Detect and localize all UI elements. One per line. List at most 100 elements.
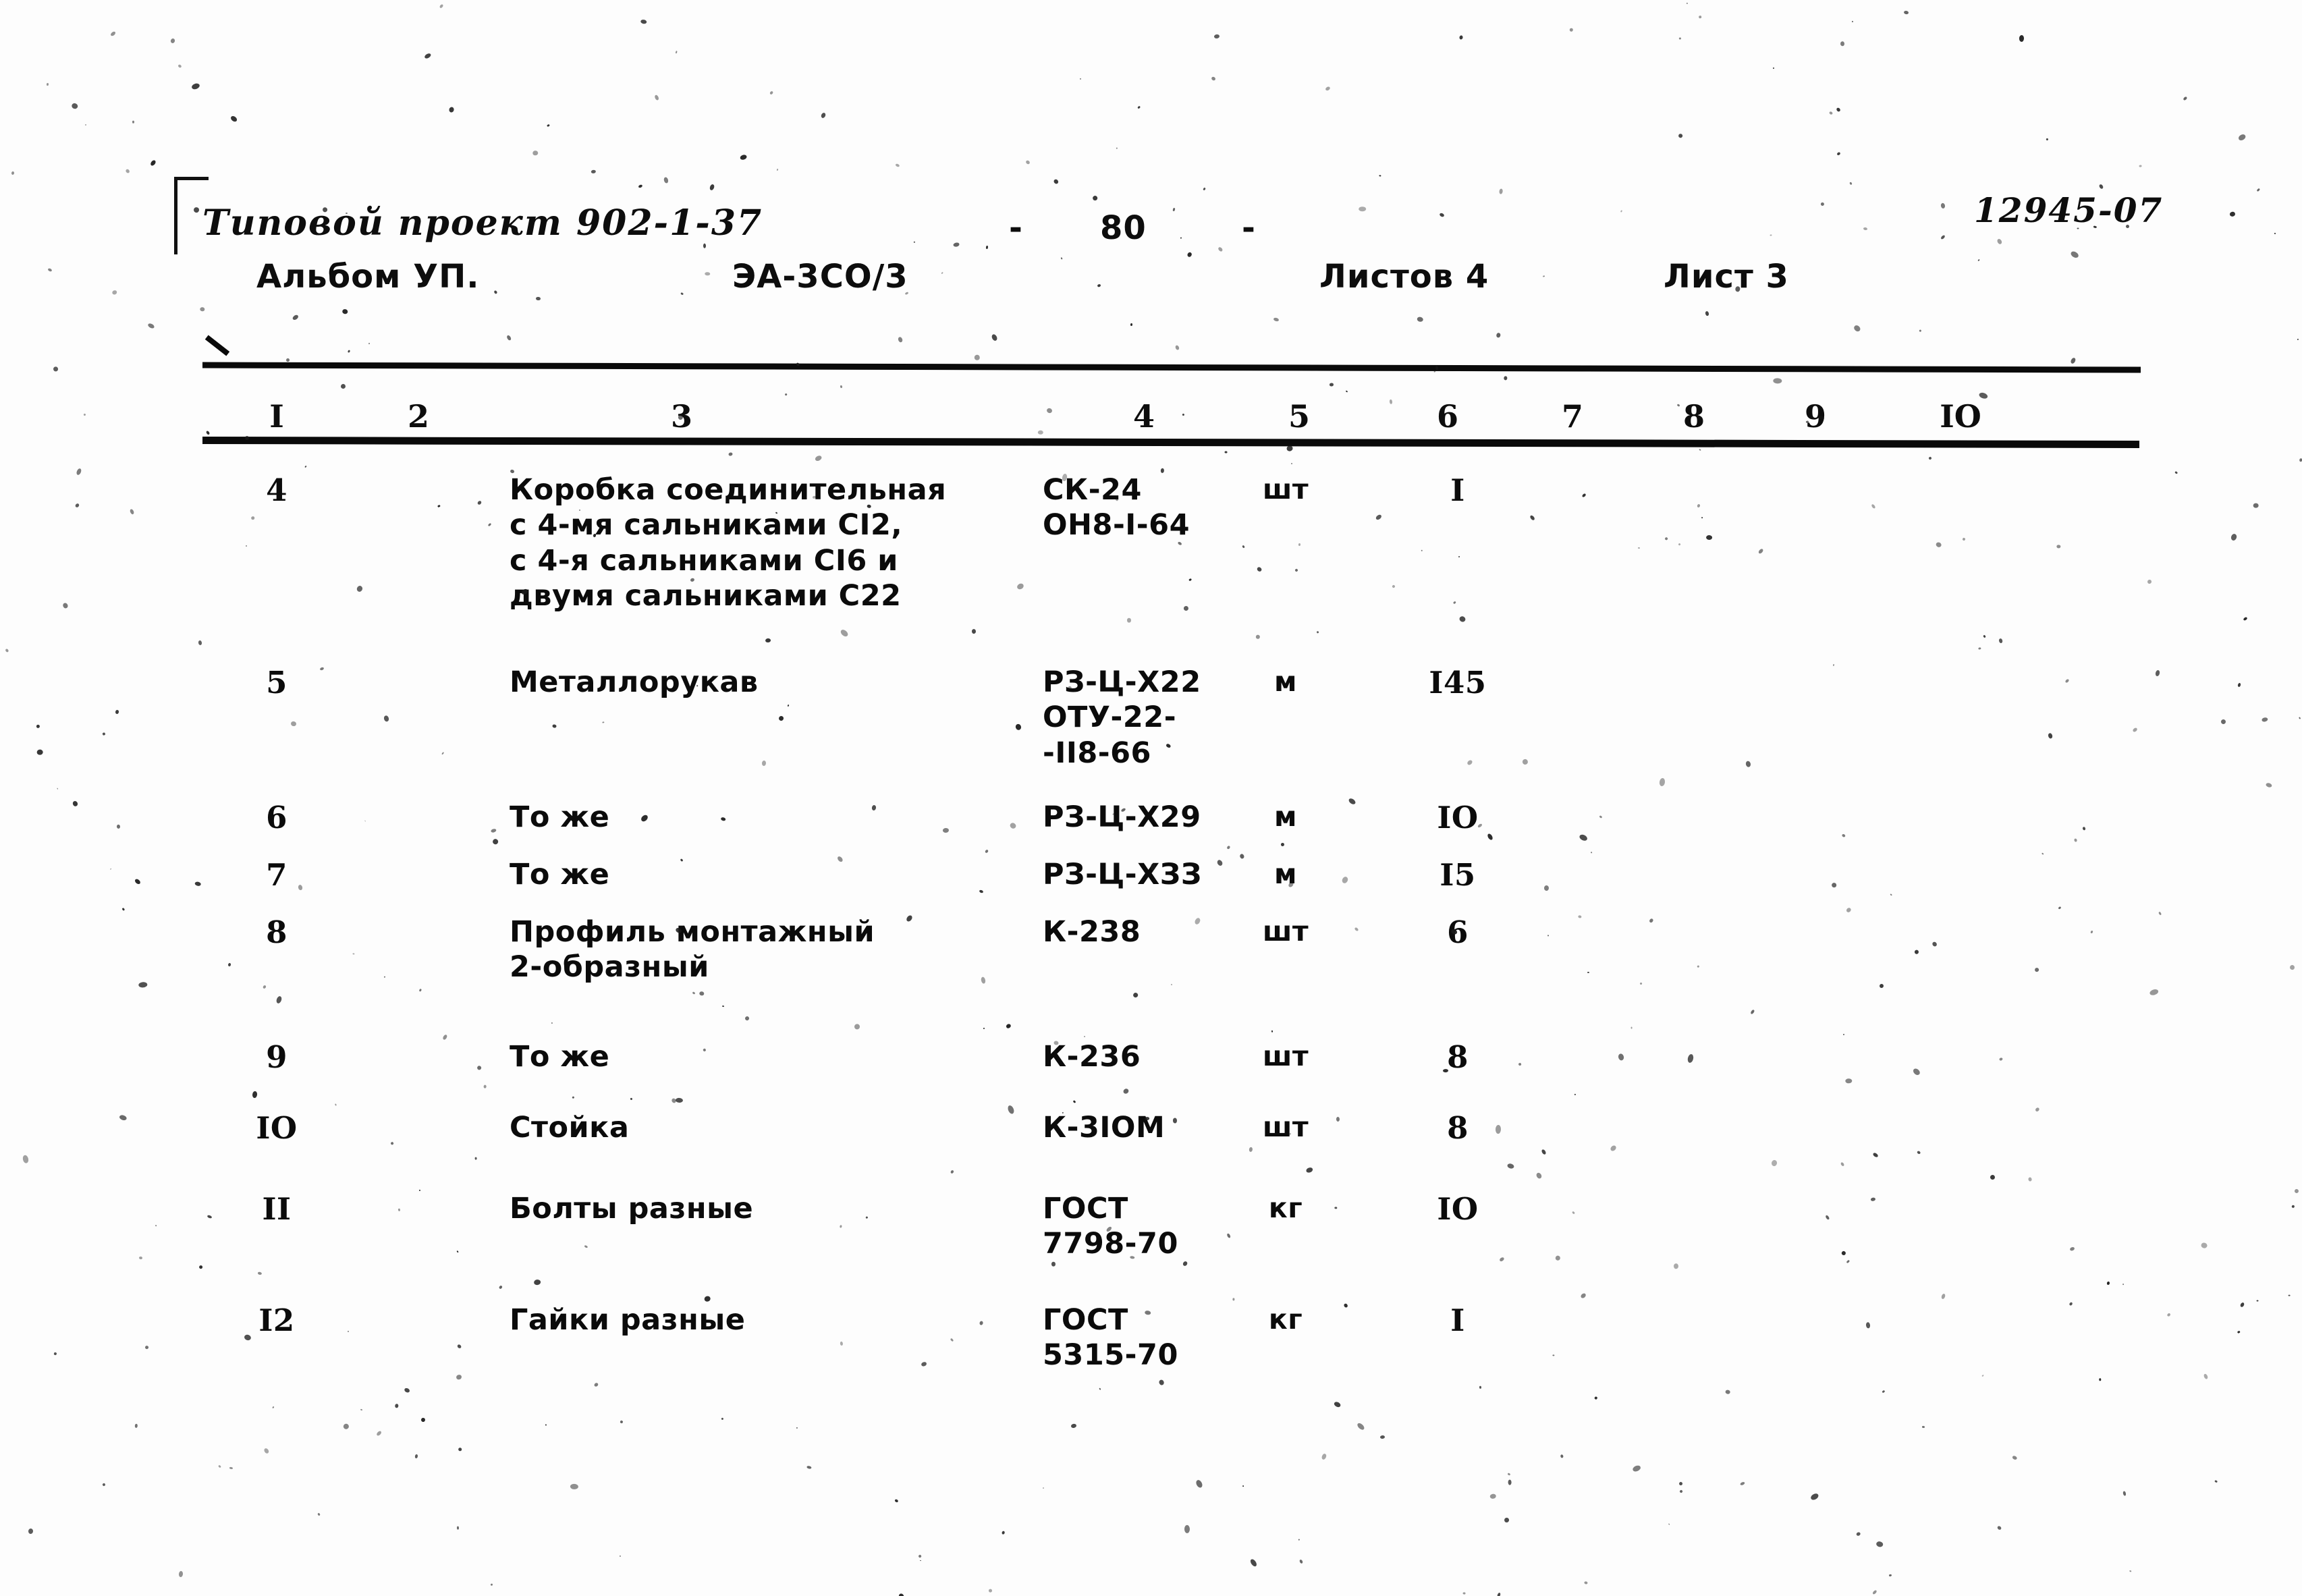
scan-speck <box>1940 234 1946 240</box>
scan-speck <box>1594 1396 1598 1400</box>
scan-speck <box>984 849 989 854</box>
scan-speck <box>787 704 790 707</box>
scan-speck <box>591 169 597 174</box>
scanned-document-page: Типовой проект 902-1-37 Альбом УП. ЭА-3С… <box>0 0 2302 1596</box>
scan-speck <box>2019 34 2025 42</box>
scan-speck <box>1697 965 1700 968</box>
scan-speck <box>290 721 297 727</box>
scan-speck <box>1392 584 1396 588</box>
scan-speck <box>1421 549 1423 551</box>
scan-speck <box>1458 35 1464 40</box>
scan-speck <box>499 1285 503 1290</box>
scan-speck <box>1584 1580 1588 1585</box>
cell-item-quantity: I45 <box>1429 665 1487 700</box>
scan-speck <box>1757 547 1764 555</box>
cell-item-name: Профиль монтажный 2-образный <box>510 915 875 985</box>
sheets-total: Листов 4 <box>1319 258 1489 296</box>
scan-speck <box>71 102 79 110</box>
scan-speck <box>1845 1078 1853 1084</box>
scan-speck <box>2082 826 2086 831</box>
scan-speck <box>1872 1589 1878 1595</box>
scan-speck <box>663 177 669 184</box>
scan-speck <box>1617 1053 1625 1062</box>
scan-speck <box>1870 1197 1876 1202</box>
dash-left: - <box>1009 209 1023 247</box>
scan-speck <box>547 123 550 128</box>
scan-speck <box>2265 782 2273 788</box>
scan-speck <box>1006 1104 1016 1115</box>
scan-speck <box>1676 404 1680 408</box>
scan-speck <box>1705 534 1713 541</box>
scan-speck <box>1677 133 1684 139</box>
scan-speck <box>2274 232 2276 234</box>
scan-speck <box>1486 833 1494 841</box>
scan-speck <box>905 914 914 923</box>
scan-speck <box>1188 578 1193 582</box>
scan-speck <box>1871 503 1876 510</box>
scan-speck <box>1136 105 1141 109</box>
scan-speck <box>1578 833 1589 842</box>
scan-speck <box>441 751 445 755</box>
scan-speck <box>341 308 349 315</box>
scan-speck <box>630 1097 633 1101</box>
scan-speck <box>545 1424 547 1426</box>
scan-speck <box>483 1084 487 1089</box>
scan-speck <box>102 732 106 736</box>
scan-speck <box>1499 1257 1505 1263</box>
cell-item-code: РЗ-Ц-ХЗЗ <box>1043 858 1202 891</box>
scan-speck <box>2027 1177 2033 1182</box>
scan-speck <box>2099 1378 2102 1381</box>
scan-speck <box>1224 451 1228 453</box>
scan-speck <box>1569 28 1574 32</box>
scan-speck <box>2034 967 2039 972</box>
column-header-6: 6 <box>1436 398 1459 435</box>
scan-speck <box>424 52 432 59</box>
scan-speck <box>456 1344 462 1350</box>
scan-speck <box>532 150 539 156</box>
scan-speck <box>895 163 900 167</box>
scan-speck <box>894 1498 899 1503</box>
scan-speck <box>1182 1260 1188 1267</box>
scan-speck <box>2070 357 2077 364</box>
scan-speck <box>317 1512 321 1516</box>
scan-speck <box>169 38 176 44</box>
scan-speck <box>1343 1302 1348 1309</box>
scan-speck <box>448 106 455 113</box>
scan-speck <box>2298 717 2301 720</box>
scan-speck <box>360 1408 363 1411</box>
scan-speck <box>2214 1479 2218 1483</box>
scan-speck <box>1130 323 1133 326</box>
scan-speck <box>292 314 300 321</box>
scan-speck <box>971 628 977 634</box>
scan-speck <box>1678 37 1682 40</box>
scan-speck <box>1099 1387 1101 1391</box>
scan-speck <box>245 545 248 547</box>
scan-speck <box>2122 1283 2125 1286</box>
scan-speck <box>552 723 557 729</box>
scan-speck <box>1639 982 1643 985</box>
scan-speck <box>675 50 678 54</box>
scan-speck <box>1770 234 1772 236</box>
cell-item-number: II <box>262 1191 292 1227</box>
scan-speck <box>2064 678 2070 684</box>
scan-speck <box>2237 682 2241 688</box>
scan-speck <box>535 296 541 301</box>
cell-item-number: 9 <box>266 1039 287 1075</box>
scan-speck <box>1504 1517 1510 1524</box>
scan-speck <box>121 907 126 911</box>
cell-item-number: 8 <box>266 914 287 950</box>
scan-speck <box>403 1387 411 1394</box>
scan-speck <box>1679 1489 1683 1493</box>
scan-speck <box>913 241 916 244</box>
scan-speck <box>1016 582 1025 590</box>
scan-speck <box>921 1360 927 1367</box>
cell-item-quantity: 8 <box>1447 1039 1469 1075</box>
scan-speck <box>836 856 844 863</box>
scan-speck <box>1940 202 1946 209</box>
scan-speck <box>1116 147 1118 150</box>
scan-speck <box>2106 1281 2110 1285</box>
scan-speck <box>1070 1423 1077 1429</box>
scan-speck <box>115 709 119 715</box>
scan-speck <box>1249 1558 1258 1568</box>
scan-speck <box>720 817 726 822</box>
